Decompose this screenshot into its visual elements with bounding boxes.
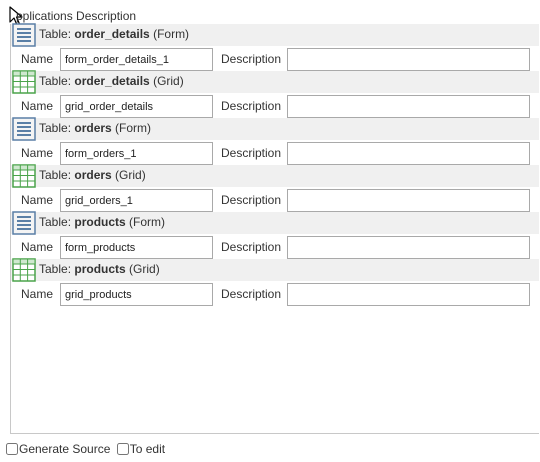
- generate-source-option[interactable]: Generate Source: [5, 442, 110, 456]
- table-type: (Form): [111, 121, 152, 135]
- grid-icon: [12, 164, 36, 188]
- table-prefix: Table:: [39, 27, 75, 41]
- section-title: pplications Description: [16, 9, 137, 23]
- table-name: orders: [74, 168, 112, 182]
- name-input[interactable]: [60, 95, 213, 118]
- generate-source-label: Generate Source: [19, 442, 111, 456]
- table-type: (Grid): [125, 262, 160, 276]
- table-title: Table: products (Form): [39, 215, 165, 229]
- table-header: Table: orders (Form): [11, 117, 539, 141]
- footer-options: Generate Source To edit: [5, 442, 167, 458]
- table-header: Table: products (Form): [11, 211, 539, 235]
- name-label: Name: [21, 287, 54, 301]
- name-label: Name: [21, 146, 54, 160]
- table-title: Table: order_details (Grid): [39, 74, 184, 88]
- table-header: Table: order_details (Grid): [11, 70, 539, 94]
- description-input[interactable]: [287, 189, 530, 212]
- table-title: Table: order_details (Form): [39, 27, 189, 41]
- table-block: Table: products (Form) Name Description: [11, 211, 539, 259]
- description-input[interactable]: [287, 236, 530, 259]
- table-block: Table: products (Grid) Name Description: [11, 258, 539, 306]
- table-name: products: [74, 262, 126, 276]
- description-label: Description: [221, 193, 282, 207]
- table-prefix: Table:: [39, 262, 75, 276]
- description-label: Description: [221, 99, 282, 113]
- table-type: (Form): [149, 27, 190, 41]
- table-header: Table: orders (Grid): [11, 164, 539, 188]
- form-icon: [12, 211, 36, 235]
- table-type: (Form): [125, 215, 166, 229]
- table-block: Table: order_details (Form) Name Descrip…: [11, 23, 539, 71]
- grid-icon: [12, 70, 36, 94]
- table-prefix: Table:: [39, 215, 75, 229]
- form-icon: [12, 23, 36, 47]
- description-label: Description: [221, 52, 282, 66]
- table-block: Table: orders (Grid) Name Description: [11, 164, 539, 212]
- description-label: Description: [221, 146, 282, 160]
- applications-panel: Table: order_details (Form) Name Descrip…: [10, 23, 539, 434]
- name-label: Name: [21, 52, 54, 66]
- table-block: Table: orders (Form) Name Description: [11, 117, 539, 165]
- description-label: Description: [221, 240, 282, 254]
- table-header: Table: order_details (Form): [11, 23, 539, 47]
- name-label: Name: [21, 193, 54, 207]
- name-input[interactable]: [60, 189, 213, 212]
- to-edit-checkbox[interactable]: [116, 443, 129, 455]
- name-input[interactable]: [60, 236, 213, 259]
- description-input[interactable]: [287, 95, 530, 118]
- table-prefix: Table:: [39, 74, 75, 88]
- table-title: Table: products (Grid): [39, 262, 160, 276]
- table-name: order_details: [74, 27, 150, 41]
- name-label: Name: [21, 240, 54, 254]
- table-type: (Grid): [149, 74, 184, 88]
- description-label: Description: [221, 287, 282, 301]
- grid-icon: [12, 258, 36, 282]
- to-edit-option[interactable]: To edit: [116, 442, 165, 456]
- table-block: Table: order_details (Grid) Name Descrip…: [11, 70, 539, 118]
- name-input[interactable]: [60, 142, 213, 165]
- table-name: products: [74, 215, 126, 229]
- table-prefix: Table:: [39, 168, 75, 182]
- table-name: order_details: [74, 74, 150, 88]
- description-input[interactable]: [287, 283, 530, 306]
- name-input[interactable]: [60, 283, 213, 306]
- name-input[interactable]: [60, 48, 213, 71]
- table-title: Table: orders (Form): [39, 121, 151, 135]
- table-prefix: Table:: [39, 121, 75, 135]
- table-name: orders: [74, 121, 112, 135]
- generate-source-checkbox[interactable]: [6, 443, 18, 455]
- name-label: Name: [21, 99, 54, 113]
- description-input[interactable]: [287, 48, 530, 71]
- description-input[interactable]: [287, 142, 530, 165]
- to-edit-label: To edit: [129, 442, 166, 456]
- table-title: Table: orders (Grid): [39, 168, 146, 182]
- table-header: Table: products (Grid): [11, 258, 539, 282]
- table-type: (Grid): [111, 168, 146, 182]
- form-icon: [12, 117, 36, 141]
